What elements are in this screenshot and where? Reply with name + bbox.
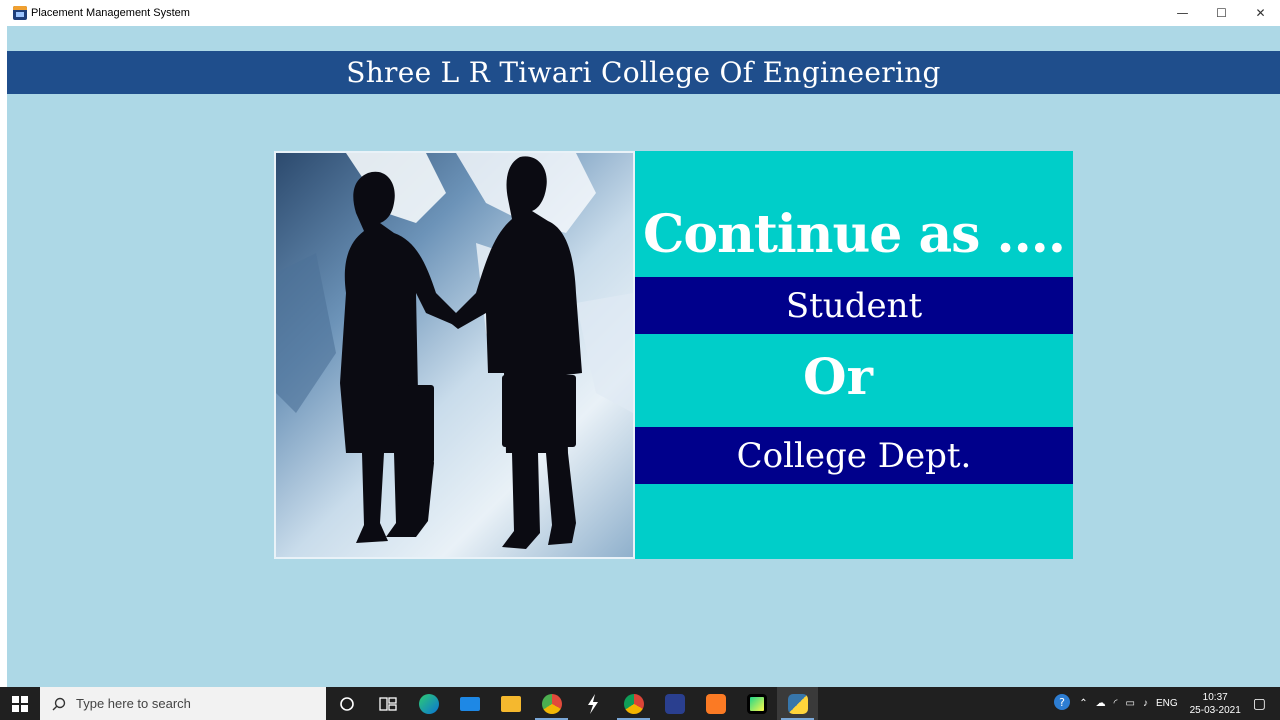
app-icon (13, 6, 27, 20)
maximize-button[interactable]: ☐ (1202, 0, 1241, 26)
python-icon[interactable] (777, 687, 818, 720)
file-explorer-icon[interactable] (490, 687, 531, 720)
role-choice-panel: Continue as .... Student Or College Dept… (635, 151, 1073, 559)
chrome-icon[interactable] (613, 687, 654, 720)
windows-start-icon[interactable] (0, 687, 40, 720)
notifications-icon[interactable]: ▢ (1253, 695, 1266, 712)
system-tray: ? ⌃ ☁ ◜ ▭ ♪ ENG 10:37 25-03-2021 ▢ (1049, 687, 1280, 720)
onedrive-icon[interactable]: ☁ (1096, 698, 1106, 709)
window-border (0, 26, 7, 687)
xampp-icon[interactable] (695, 687, 736, 720)
cortana-icon[interactable] (326, 687, 367, 720)
or-separator: Or (803, 347, 873, 406)
pycharm-icon[interactable] (736, 687, 777, 720)
window-controls: — ☐ ✕ (1163, 0, 1280, 26)
clock[interactable]: 10:37 25-03-2021 (1190, 691, 1241, 717)
handshake-image (274, 151, 635, 559)
wifi-icon[interactable]: ◜ (1114, 698, 1118, 709)
git-bash-icon[interactable] (572, 687, 613, 720)
chrome-canary-icon[interactable] (531, 687, 572, 720)
college-header: Shree L R Tiwari College Of Engineering (7, 51, 1280, 94)
mail-icon[interactable] (449, 687, 490, 720)
clock-time: 10:37 (1202, 691, 1228, 703)
student-button[interactable]: Student (635, 277, 1073, 334)
search-placeholder: Type here to search (76, 696, 191, 711)
student-label: Student (785, 285, 923, 326)
task-view-icon[interactable] (367, 687, 408, 720)
college-dept-button[interactable]: College Dept. (635, 427, 1073, 484)
continue-heading: Continue as .... (643, 204, 1066, 265)
language-indicator[interactable]: ENG (1156, 698, 1178, 709)
edge-icon[interactable] (408, 687, 449, 720)
battery-icon[interactable]: ▭ (1125, 698, 1134, 709)
taskbar: Type here to search ? ⌃ ☁ ◜ ▭ ♪ ENG 10:3… (0, 687, 1280, 720)
volume-icon[interactable]: ♪ (1143, 698, 1148, 709)
search-icon (52, 697, 66, 710)
clock-date: 25-03-2021 (1189, 704, 1241, 716)
title-bar[interactable]: Placement Management System — ☐ ✕ (0, 0, 1280, 26)
chevron-up-icon[interactable]: ⌃ (1079, 698, 1087, 709)
help-icon[interactable]: ? (1053, 693, 1071, 714)
minimize-button[interactable]: — (1163, 0, 1202, 26)
taskbar-search-input[interactable]: Type here to search (40, 687, 326, 720)
college-dept-label: College Dept. (736, 435, 972, 476)
college-title: Shree L R Tiwari College Of Engineering (346, 56, 941, 89)
close-button[interactable]: ✕ (1241, 0, 1280, 26)
app-window: Placement Management System — ☐ ✕ Shree … (0, 0, 1280, 687)
window-title: Placement Management System (31, 7, 190, 19)
svg-text:?: ? (1059, 696, 1065, 709)
dev-cpp-icon[interactable] (654, 687, 695, 720)
